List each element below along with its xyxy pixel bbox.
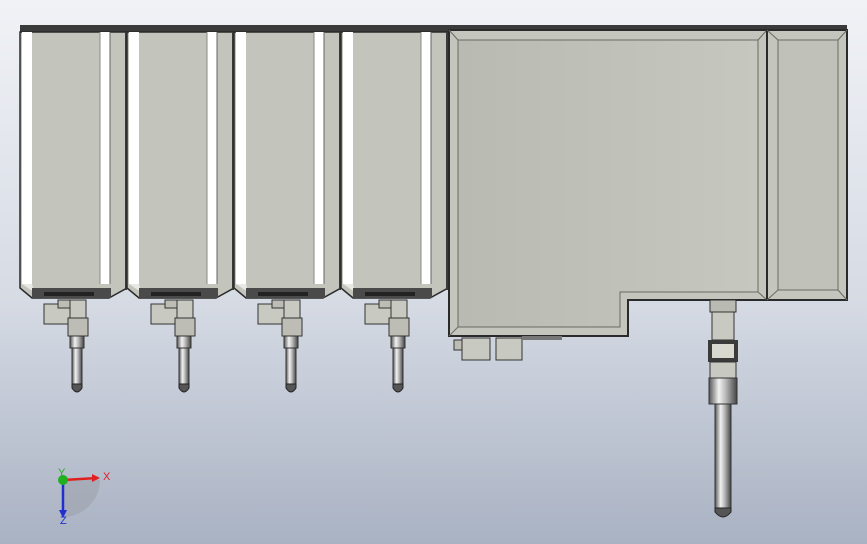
gripper-module-4[interactable] <box>340 31 449 393</box>
module-highlight-right <box>314 32 324 284</box>
triad-y-label: Y <box>58 467 66 479</box>
plunger-rod <box>178 347 190 385</box>
triad-x-label: X <box>103 471 111 483</box>
plunger-rod <box>285 347 297 385</box>
plunger-tip <box>71 383 83 393</box>
gripper-module-3[interactable] <box>233 31 342 393</box>
plunger-tip <box>285 383 297 393</box>
side-block[interactable] <box>766 29 848 301</box>
plunger-rod <box>71 347 83 385</box>
main-plunger[interactable] <box>708 299 738 518</box>
connector-block[interactable] <box>453 336 562 361</box>
triad-z-label: Z <box>60 515 67 527</box>
gripper-modules <box>19 31 449 393</box>
module-highlight-right <box>421 32 431 284</box>
main-housing[interactable] <box>448 29 768 337</box>
plunger-tip <box>178 383 190 393</box>
module-body <box>233 31 342 299</box>
module-body <box>126 31 235 299</box>
module-highlight-right <box>100 32 110 284</box>
orientation-triad: X Y Z <box>58 467 111 527</box>
module-highlight-left <box>129 32 139 284</box>
gripper-module-1[interactable] <box>19 31 128 393</box>
module-highlight-left <box>236 32 246 284</box>
cad-viewport[interactable]: X Y Z <box>0 0 867 544</box>
module-body <box>19 31 128 299</box>
module-highlight-left <box>22 32 32 284</box>
plunger-rod <box>392 347 404 385</box>
module-highlight-left <box>343 32 353 284</box>
module-body <box>340 31 449 299</box>
plunger-tip <box>392 383 404 393</box>
gripper-module-2[interactable] <box>126 31 235 393</box>
module-highlight-right <box>207 32 217 284</box>
